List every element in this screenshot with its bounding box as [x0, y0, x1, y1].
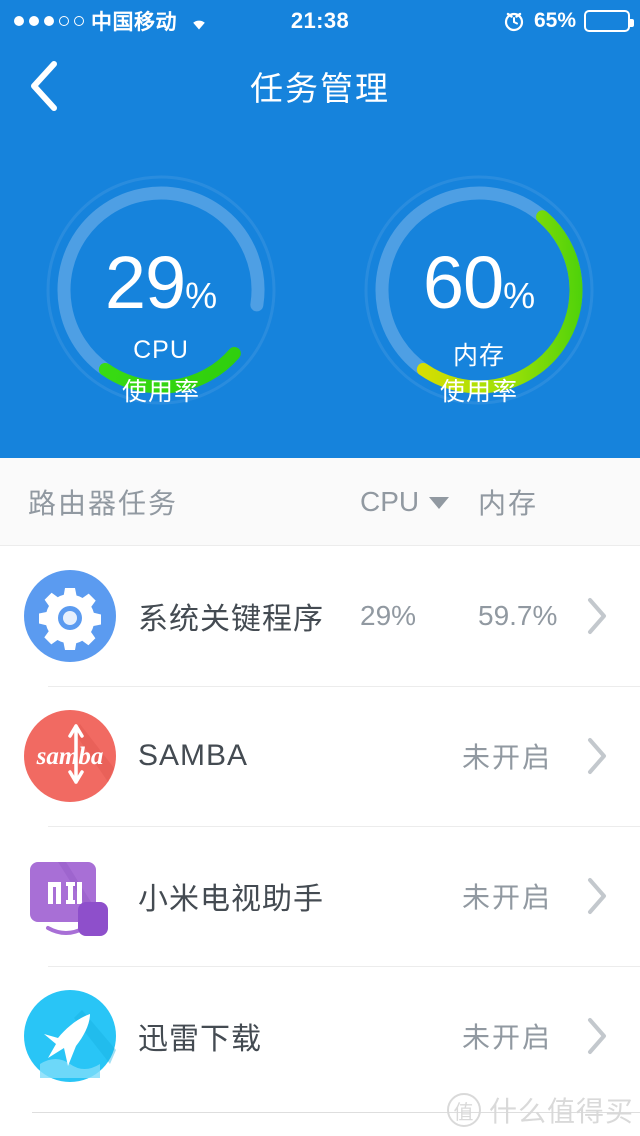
svg-text:samba: samba — [36, 743, 104, 770]
watermark-text: 什么值得买 — [488, 1096, 634, 1127]
status-badge: 未开启 — [461, 1022, 552, 1053]
task-name: 迅雷下载 — [138, 1023, 262, 1056]
cpu-gauge-value: 29% — [104, 241, 218, 324]
status-badge: 未开启 — [461, 742, 552, 773]
task-name: 小米电视助手 — [138, 883, 324, 916]
task-memory-value: 59.7% — [478, 600, 558, 631]
memory-gauge: 60% 内存 使用率 — [359, 170, 599, 420]
battery-icon — [584, 10, 634, 32]
task-cpu-value: 29% — [360, 600, 417, 631]
alarm-clock-icon — [502, 9, 526, 33]
memory-gauge-name: 内存 — [452, 342, 505, 370]
watermark: 值 什么值得买 — [446, 1090, 634, 1130]
cpu-gauge: 29% CPU 使用率 — [41, 170, 281, 420]
column-header-memory[interactable]: 内存 — [478, 482, 538, 522]
navigation-bar: 任务管理 — [0, 42, 640, 130]
status-bar-right: 65% — [502, 9, 634, 33]
table-row[interactable]: 系统关键程序 29% 59.7% — [0, 546, 640, 686]
watermark-badge: 值 — [446, 1093, 481, 1127]
cpu-gauge-sub: 使用率 — [121, 378, 200, 406]
xiaomi-tv-icon — [22, 848, 118, 944]
page-title: 任务管理 — [250, 70, 390, 107]
memory-gauge-value: 60% — [422, 241, 536, 324]
chevron-right-icon — [582, 736, 612, 776]
chevron-right-icon — [582, 596, 612, 636]
gear-icon — [22, 568, 118, 664]
cpu-gauge-name: CPU — [133, 336, 189, 364]
task-manager-screen: 中国移动 21:38 65% 任务管理 29% CPU 使用率 60% 内存 使… — [0, 0, 640, 1136]
caret-down-icon — [429, 497, 450, 509]
table-row[interactable]: 小米电视助手 未开启 — [0, 826, 640, 966]
task-name: 系统关键程序 — [138, 603, 324, 636]
task-list-header: 路由器任务 CPU 内存 — [0, 458, 640, 546]
chevron-right-icon — [582, 876, 612, 916]
column-header-tasks: 路由器任务 — [28, 487, 179, 519]
memory-gauge-sub: 使用率 — [439, 378, 518, 406]
column-header-cpu[interactable]: CPU — [360, 485, 450, 518]
task-name: SAMBA — [138, 739, 249, 772]
battery-percent-label: 65% — [533, 9, 576, 32]
status-bar: 中国移动 21:38 65% — [0, 0, 640, 42]
table-row[interactable]: samba SAMBA 未开启 — [0, 686, 640, 826]
task-list: 系统关键程序 29% 59.7% samba SAMBA 未开启 小米电视助手 … — [0, 546, 640, 1106]
usage-gauges: 29% CPU 使用率 60% 内存 使用率 — [0, 170, 640, 440]
column-header-cpu-label: CPU — [360, 485, 420, 517]
samba-icon: samba — [22, 708, 118, 804]
table-row[interactable]: 迅雷下载 未开启 — [0, 966, 640, 1106]
thunder-icon — [22, 988, 118, 1084]
status-badge: 未开启 — [461, 882, 552, 913]
chevron-right-icon — [582, 1016, 612, 1056]
